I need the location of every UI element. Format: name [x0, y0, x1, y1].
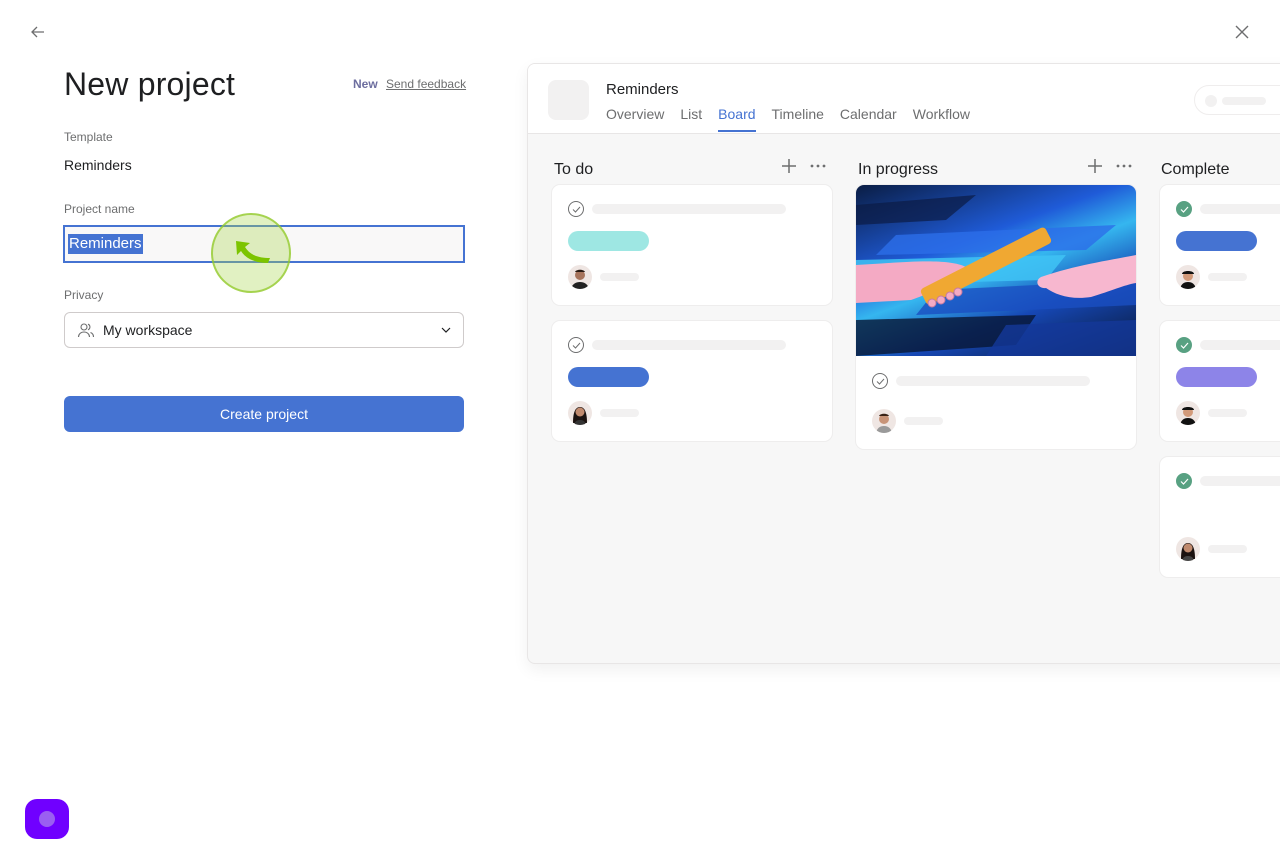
curved-arrow-cursor-icon — [236, 241, 270, 263]
column-title: Complete — [1161, 161, 1230, 178]
column-to-do: To do — [552, 149, 832, 457]
avatar — [568, 401, 592, 425]
task-card[interactable] — [552, 321, 832, 441]
avatar — [568, 265, 592, 289]
tab-overview[interactable]: Overview — [606, 106, 664, 132]
create-project-button[interactable]: Create project — [64, 396, 464, 432]
privacy-label: Privacy — [64, 288, 104, 302]
more-options-icon[interactable] — [1114, 157, 1134, 175]
check-circle-icon[interactable] — [568, 337, 584, 353]
avatar — [1176, 537, 1200, 561]
close-x-icon — [1235, 25, 1249, 39]
template-label: Template — [64, 130, 113, 144]
avatar — [1176, 265, 1200, 289]
check-circle-filled-icon[interactable] — [1176, 201, 1192, 217]
column-complete: Complete — [1160, 149, 1280, 593]
page-title: New project — [64, 66, 236, 102]
help-assistant-button[interactable] — [25, 799, 69, 839]
check-circle-filled-icon[interactable] — [1176, 337, 1192, 353]
close-button[interactable] — [1230, 20, 1254, 44]
assignee-placeholder — [904, 417, 943, 425]
preview-header: Reminders Overview List Board Timeline C… — [528, 64, 1280, 134]
tag-placeholder — [568, 367, 649, 387]
avatar — [1176, 401, 1200, 425]
chevron-down-icon — [441, 327, 451, 333]
project-icon-placeholder — [548, 80, 589, 120]
assignee-placeholder — [1208, 545, 1247, 553]
assignee-placeholder — [600, 409, 639, 417]
check-circle-icon[interactable] — [872, 373, 888, 389]
more-options-icon[interactable] — [808, 157, 828, 175]
help-dot-icon — [39, 811, 55, 827]
column-title: To do — [554, 161, 594, 178]
share-dot-placeholder — [1205, 95, 1217, 107]
assignee-placeholder — [1208, 409, 1247, 417]
task-card[interactable] — [552, 185, 832, 305]
avatar — [872, 409, 896, 433]
tab-timeline[interactable]: Timeline — [772, 106, 824, 132]
card-cover-image — [856, 185, 1136, 356]
task-card[interactable] — [1160, 457, 1280, 577]
board-preview: Reminders Overview List Board Timeline C… — [527, 63, 1280, 664]
share-bar-placeholder — [1222, 97, 1266, 105]
task-card[interactable] — [1160, 185, 1280, 305]
task-card[interactable] — [856, 185, 1136, 449]
tab-list[interactable]: List — [680, 106, 702, 132]
new-badge: New — [353, 77, 378, 91]
task-title-placeholder — [592, 204, 786, 214]
plus-icon[interactable] — [1086, 157, 1104, 175]
task-card[interactable] — [1160, 321, 1280, 441]
check-circle-filled-icon[interactable] — [1176, 473, 1192, 489]
privacy-value: My workspace — [103, 322, 193, 338]
tab-board[interactable]: Board — [718, 106, 756, 132]
project-name-selected-text: Reminders — [68, 234, 143, 254]
task-title-placeholder — [896, 376, 1090, 386]
preview-project-name: Reminders — [606, 81, 679, 98]
task-title-placeholder — [1200, 204, 1280, 214]
task-title-placeholder — [1200, 476, 1280, 486]
template-value: Reminders — [64, 157, 132, 173]
tab-calendar[interactable]: Calendar — [840, 106, 897, 132]
task-title-placeholder — [592, 340, 786, 350]
people-icon — [77, 323, 95, 338]
tag-placeholder — [1176, 367, 1257, 387]
view-tabs: Overview List Board Timeline Calendar Wo… — [606, 106, 970, 132]
arrow-left-icon — [31, 26, 44, 38]
check-circle-icon[interactable] — [568, 201, 584, 217]
column-title: In progress — [858, 161, 939, 178]
assignee-placeholder — [600, 273, 639, 281]
tag-placeholder — [1176, 231, 1257, 251]
share-placeholder — [1194, 85, 1280, 115]
cursor-highlight — [211, 213, 291, 293]
plus-icon[interactable] — [780, 157, 798, 175]
tab-workflow[interactable]: Workflow — [913, 106, 970, 132]
privacy-select[interactable]: My workspace — [64, 312, 464, 348]
tag-placeholder — [568, 231, 649, 251]
project-name-label: Project name — [64, 202, 135, 216]
back-button[interactable] — [26, 20, 50, 44]
task-title-placeholder — [1200, 340, 1280, 350]
send-feedback-link[interactable]: Send feedback — [386, 77, 466, 91]
column-in-progress: In progress — [856, 149, 1136, 465]
assignee-placeholder — [1208, 273, 1247, 281]
relay-baton-illustration — [856, 195, 1136, 356]
